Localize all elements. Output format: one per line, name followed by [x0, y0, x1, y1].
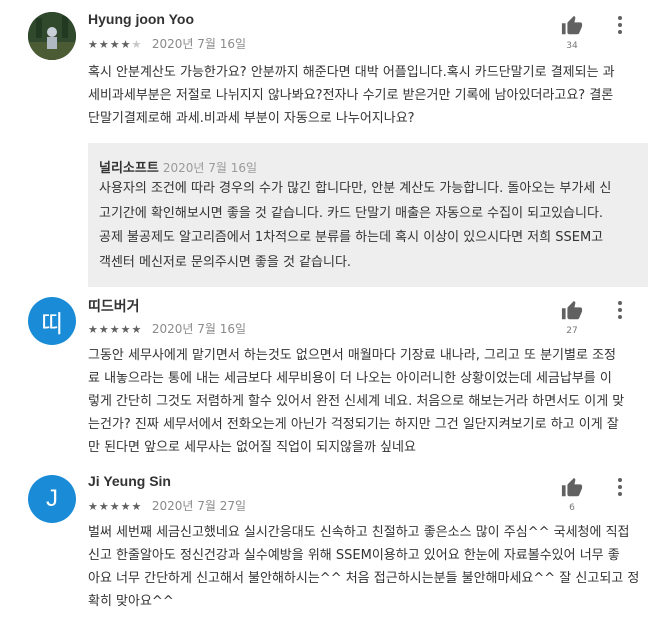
review-text: 그동안 세무사에게 맡기면서 하는것도 없으면서 매월마다 기장료 내나라, 그… — [88, 348, 625, 455]
thumbs-up-icon[interactable] — [561, 15, 583, 37]
helpful-count: 27 — [566, 326, 578, 336]
reply-text: 사용자의 조건에 따라 경우의 수가 많긴 합니다만, 안분 계산도 가능합니다… — [99, 181, 612, 270]
reply-header: 널리소프트 2020년 7월 16일 — [99, 157, 257, 176]
avatar-photo-icon — [28, 12, 76, 60]
more-options-icon[interactable] — [617, 301, 623, 322]
review-date: 2020년 7월 16일 — [151, 322, 247, 336]
helpful-count: 6 — [569, 503, 575, 513]
avatar[interactable] — [28, 12, 76, 60]
thumbs-up-icon[interactable] — [561, 300, 583, 322]
star-rating: ★★★★★ — [88, 323, 143, 336]
avatar[interactable]: 띠 — [28, 297, 76, 345]
review-meta: ★★★★★ 2020년 7월 16일 — [88, 35, 246, 52]
developer-reply: 널리소프트 2020년 7월 16일 사용자의 조건에 따라 경우의 수가 많긴 … — [88, 143, 648, 287]
review-text: 혹시 안분계산도 가능한가요? 안분까지 해준다면 대박 어플입니다.혹시 카드… — [88, 65, 615, 126]
review-date: 2020년 7월 27일 — [151, 499, 247, 513]
star-rating: ★★★★★ — [88, 500, 143, 513]
avatar[interactable]: J — [28, 475, 76, 523]
reply-author: 널리소프트 — [99, 161, 159, 176]
thumbs-up-icon[interactable] — [561, 477, 583, 499]
reply-date: 2020년 7월 16일 — [162, 161, 258, 175]
review-author: Ji Yeung Sin — [88, 473, 171, 489]
review-text: 벌써 세번째 세금신고했네요 실시간응대도 신속하고 친절하고 좋은소스 많이 … — [88, 525, 640, 609]
helpful-count: 34 — [566, 41, 578, 51]
more-options-icon[interactable] — [617, 16, 623, 37]
more-options-icon[interactable] — [617, 478, 623, 499]
review-date: 2020년 7월 16일 — [151, 37, 247, 51]
review-author: 띠드버거 — [88, 298, 140, 314]
review-meta: ★★★★★ 2020년 7월 27일 — [88, 497, 246, 514]
review-author: Hyung joon Yoo — [88, 11, 195, 27]
star-rating: ★★★★★ — [88, 38, 143, 51]
review-meta: ★★★★★ 2020년 7월 16일 — [88, 320, 246, 337]
